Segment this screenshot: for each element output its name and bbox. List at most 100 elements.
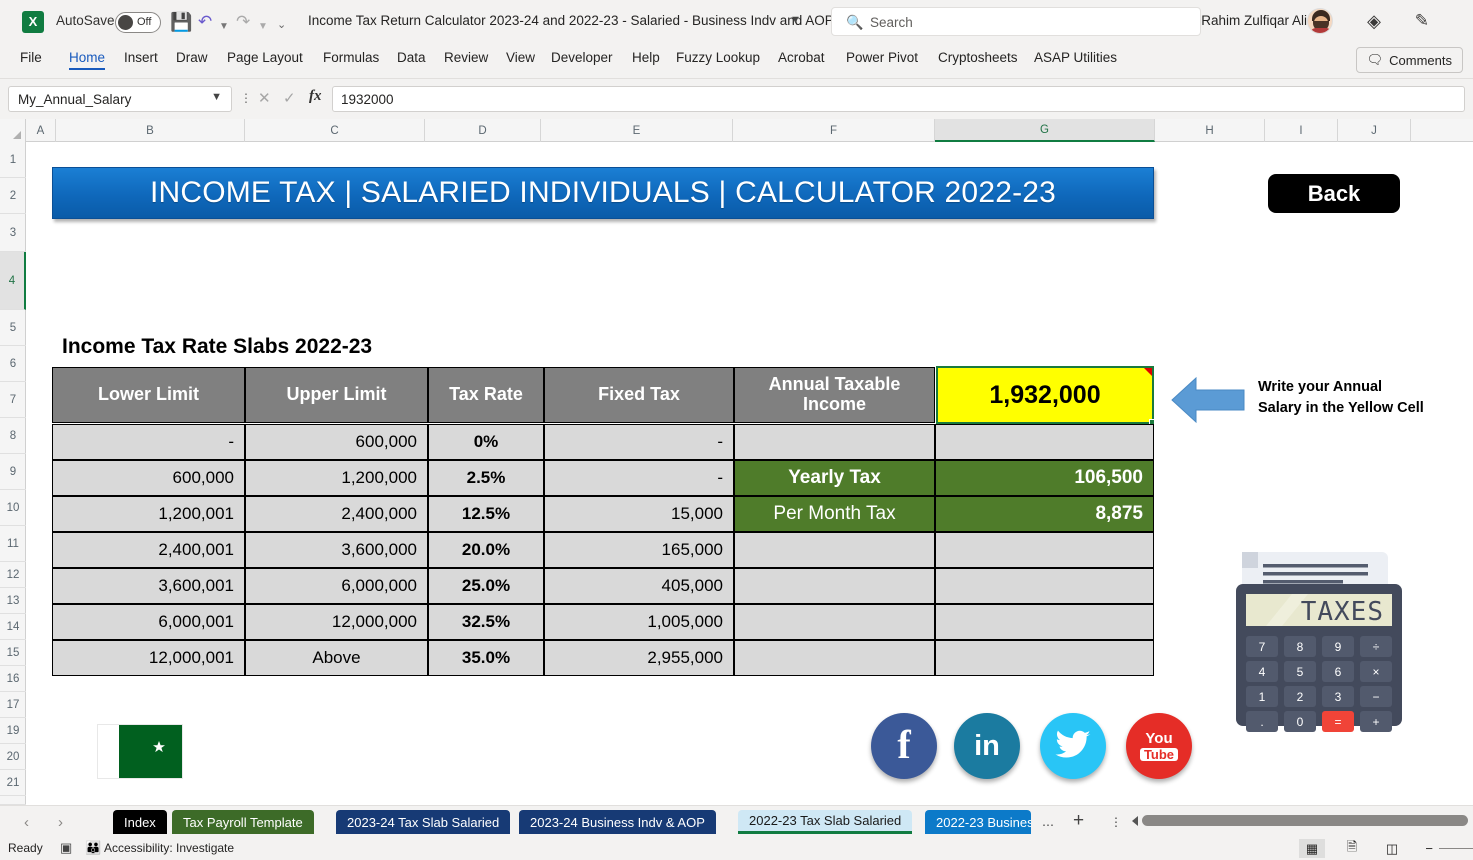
column-header-f[interactable]: F <box>733 119 935 142</box>
ribbon-tab-power-pivot[interactable]: Power Pivot <box>846 50 918 65</box>
linkedin-icon[interactable]: in <box>954 713 1020 779</box>
table-row: 12,000,000 <box>245 604 428 640</box>
column-header-d[interactable]: D <box>425 119 541 142</box>
row-header-9[interactable]: 9 <box>0 454 26 490</box>
row-header-4[interactable]: 4 <box>0 252 26 310</box>
ribbon-tab-draw[interactable]: Draw <box>176 50 208 65</box>
ribbon-tab-formulas[interactable]: Formulas <box>323 50 379 65</box>
normal-view-icon[interactable]: ▦ <box>1299 839 1325 858</box>
ribbon-tab-view[interactable]: View <box>506 50 535 65</box>
ribbon-tab-review[interactable]: Review <box>444 50 488 65</box>
ribbon-tab-page-layout[interactable]: Page Layout <box>227 50 303 65</box>
search-input[interactable]: 🔍 Search <box>831 7 1201 36</box>
table-row: 2.5% <box>428 460 544 496</box>
row-header-5[interactable]: 5 <box>0 310 26 346</box>
row-header-15[interactable]: 15 <box>0 640 26 666</box>
row-header-20[interactable]: 20 <box>0 744 26 770</box>
svg-text:1: 1 <box>1259 690 1266 704</box>
column-header-b[interactable]: B <box>56 119 245 142</box>
name-box-more-icon[interactable]: ⋮ <box>240 91 252 105</box>
next-sheet-icon[interactable]: › <box>58 814 63 831</box>
ribbon-tab-file[interactable]: File <box>20 50 42 65</box>
table-row: 6,000,000 <box>245 568 428 604</box>
cancel-entry-icon[interactable]: ✕ <box>258 89 271 107</box>
name-box-chevron-down-icon[interactable]: ▼ <box>211 91 222 103</box>
facebook-icon[interactable]: f <box>871 713 937 779</box>
select-all-corner[interactable] <box>0 119 26 142</box>
avatar[interactable] <box>1307 8 1333 34</box>
row-header-17[interactable]: 17 <box>0 692 26 718</box>
prev-sheet-icon[interactable]: ‹ <box>24 814 29 831</box>
ribbon-tab-developer[interactable]: Developer <box>551 50 613 65</box>
ribbon-tab-insert[interactable]: Insert <box>124 50 158 65</box>
table-row: 1,200,000 <box>245 460 428 496</box>
ribbon-tab-acrobat[interactable]: Acrobat <box>778 50 825 65</box>
row-header-11[interactable]: 11 <box>0 526 26 562</box>
back-button[interactable]: Back <box>1268 174 1400 213</box>
row-header-21[interactable]: 21 <box>0 770 26 796</box>
row-header-12[interactable]: 12 <box>0 562 26 588</box>
row-header-16[interactable]: 16 <box>0 666 26 692</box>
redo-icon[interactable]: ↷ <box>236 12 250 32</box>
column-header-i[interactable]: I <box>1265 119 1338 142</box>
sheet-tab-tax-payroll-template[interactable]: Tax Payroll Template <box>172 810 314 834</box>
ribbon-tab-home[interactable]: Home <box>69 50 106 70</box>
column-header-c[interactable]: C <box>245 119 425 142</box>
comments-button[interactable]: 🗨 Comments <box>1355 47 1463 73</box>
diamond-icon[interactable]: ◈ <box>1367 11 1381 32</box>
sheet-tab-2023-24-tax-slab-salaried[interactable]: 2023-24 Tax Slab Salaried <box>336 810 511 834</box>
title-chevron-down-icon[interactable]: ▼ <box>790 14 801 26</box>
autosave-toggle[interactable]: Off <box>115 12 161 33</box>
ribbon-tab-data[interactable]: Data <box>397 50 426 65</box>
row-header-2[interactable]: 2 <box>0 178 26 214</box>
insert-function-icon[interactable]: fx <box>309 88 322 105</box>
table-row: - <box>52 424 245 460</box>
row-header-8[interactable]: 8 <box>0 418 26 454</box>
page-break-view-icon[interactable]: ◫ <box>1379 839 1405 858</box>
row-header-6[interactable]: 6 <box>0 346 26 382</box>
page-layout-view-icon[interactable]: 🗎 <box>1339 839 1365 858</box>
column-header-g[interactable]: G <box>935 119 1155 142</box>
horizontal-scrollbar[interactable] <box>1132 815 1468 827</box>
zoom-out-icon[interactable]: − <box>1425 841 1433 856</box>
formula-input[interactable]: 1932000 <box>332 86 1465 112</box>
youtube-icon[interactable]: You Tube <box>1126 713 1192 779</box>
sheet-tab-2022-23-business[interactable]: 2022-23 Busines <box>925 810 1031 834</box>
confirm-entry-icon[interactable]: ✓ <box>283 89 296 107</box>
sheet-tab-2022-23-tax-slab-salaried[interactable]: 2022-23 Tax Slab Salaried <box>738 810 913 834</box>
twitter-icon[interactable] <box>1040 713 1106 779</box>
pen-icon[interactable]: ✎ <box>1415 11 1429 31</box>
ribbon-tab-fuzzy-lookup[interactable]: Fuzzy Lookup <box>676 50 760 65</box>
sheet-options-icon[interactable]: ⋮ <box>1110 815 1122 829</box>
undo-icon[interactable]: ↶ <box>198 12 212 32</box>
row-header-22[interactable] <box>0 796 26 805</box>
row-header-1[interactable]: 1 <box>0 142 26 178</box>
excel-logo-icon: X <box>22 11 44 33</box>
undo-chevron-down-icon[interactable]: ▼ <box>219 17 229 37</box>
name-box[interactable]: My_Annual_Salary ▼ <box>8 86 232 112</box>
ribbon-tab-cryptosheets[interactable]: Cryptosheets <box>938 50 1018 65</box>
row-header-19[interactable]: 19 <box>0 718 26 744</box>
sheet-tabs-overflow-icon[interactable]: ⋯ <box>1042 818 1054 832</box>
zoom-slider[interactable] <box>1439 848 1473 849</box>
annual-salary-input-cell[interactable]: 1,932,000 <box>936 366 1155 425</box>
row-header-3[interactable]: 3 <box>0 214 26 252</box>
column-header-j[interactable]: J <box>1338 119 1411 142</box>
quick-access-more-icon[interactable]: ⌄ <box>277 15 286 35</box>
sheet-tab-2023-24-business-indv-aop[interactable]: 2023-24 Business Indv & AOP <box>519 810 716 834</box>
row-header-14[interactable]: 14 <box>0 614 26 640</box>
ribbon-tab-asap-utilities[interactable]: ASAP Utilities <box>1034 50 1117 65</box>
add-sheet-icon[interactable]: + <box>1073 811 1084 830</box>
row-header-10[interactable]: 10 <box>0 490 26 526</box>
column-header-a[interactable]: A <box>26 119 56 142</box>
column-header-e[interactable]: E <box>541 119 733 142</box>
column-header-h[interactable]: H <box>1155 119 1265 142</box>
macro-record-icon[interactable]: ▣ <box>60 840 72 856</box>
row-header-13[interactable]: 13 <box>0 588 26 614</box>
row-header-7[interactable]: 7 <box>0 382 26 418</box>
sheet-tab-index[interactable]: Index <box>113 810 167 834</box>
accessibility-label[interactable]: Accessibility: Investigate <box>104 841 234 855</box>
redo-chevron-down-icon[interactable]: ▼ <box>258 17 268 37</box>
save-icon[interactable]: 💾 <box>170 12 192 32</box>
ribbon-tab-help[interactable]: Help <box>632 50 660 65</box>
